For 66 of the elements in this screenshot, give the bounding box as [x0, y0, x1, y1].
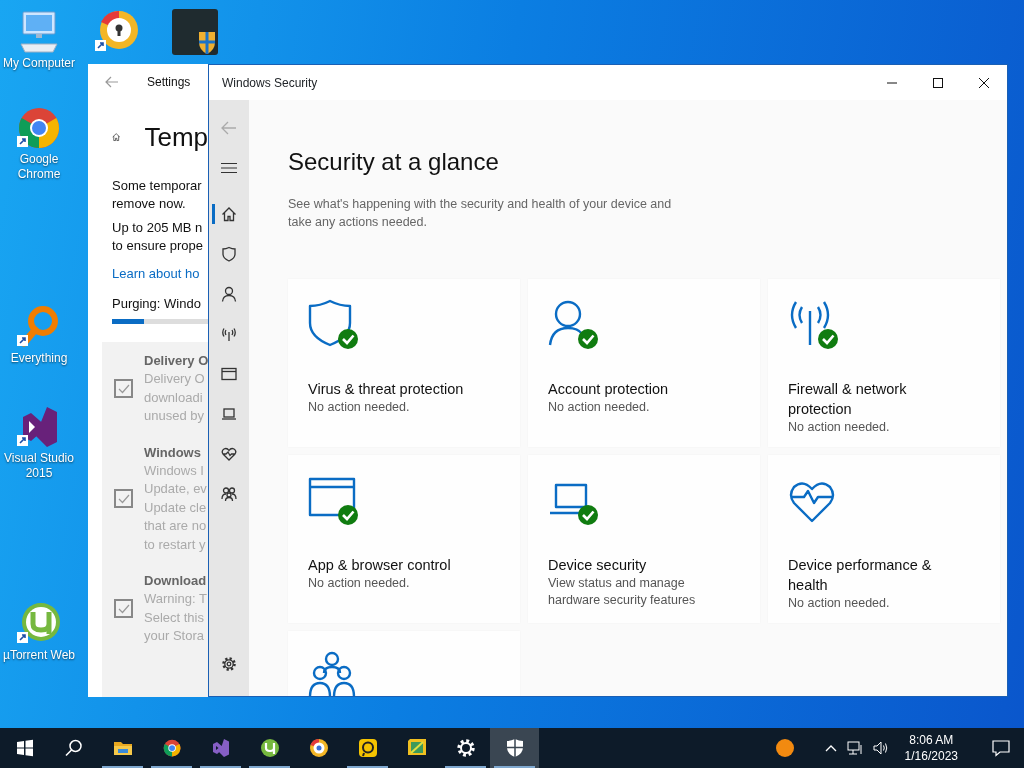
home-icon [221, 206, 237, 222]
antenna-icon [221, 326, 237, 342]
item-title: Delivery O [144, 352, 208, 370]
back-arrow-icon[interactable] [105, 75, 119, 88]
maximize-icon [932, 77, 944, 88]
card-title: Account protection [548, 379, 670, 399]
settings-icon [455, 738, 476, 758]
checkbox[interactable] [114, 379, 133, 399]
shield-icon [504, 738, 525, 758]
status-card[interactable]: Device security View status and manage hardware security features [528, 454, 760, 623]
card-status: No action needed. [788, 418, 891, 436]
checkbox[interactable] [114, 489, 133, 509]
settings-icon [221, 656, 237, 672]
card-title: App & browser control [308, 555, 452, 575]
page-heading: Security at a glance [288, 148, 500, 177]
window-title: Settings [147, 73, 191, 91]
laptop-icon [221, 406, 237, 422]
shield-icon[interactable] [171, 8, 219, 56]
card-title: Virus & threat protection [308, 379, 465, 399]
back-arrow-icon [221, 121, 237, 135]
checkmark-icon [117, 383, 130, 394]
torrent-icon [259, 738, 280, 758]
page-heading: Temp [144, 121, 208, 153]
paragraph: Some temporar remove now. [112, 177, 203, 213]
card-title: Firewall & network protection [788, 379, 908, 419]
taskbar-button[interactable] [490, 728, 539, 768]
checkmark-icon [117, 493, 130, 504]
paragraph: Up to 205 MB n to ensure prope [112, 219, 205, 255]
progress-label: Purging: Windo [112, 295, 202, 313]
checkmark-icon [117, 603, 130, 614]
volume-icon[interactable] [872, 741, 889, 755]
browser-window-icon [221, 366, 237, 382]
link[interactable]: Learn about ho [112, 265, 200, 283]
status-card[interactable]: Account protection No action needed. [528, 278, 760, 447]
card-status: No action needed. [308, 574, 411, 592]
shield-icon [221, 246, 237, 262]
status-card[interactable]: Virus & threat protection No action needed. [288, 278, 520, 447]
card-title: Device performance & health [788, 555, 933, 595]
item-description: Delivery O downloadi unused by [144, 370, 206, 425]
windows-logo-icon [14, 738, 35, 758]
page-description: See what's happening with the security and health of your device and take any actions needed. [288, 195, 673, 231]
card-status: No action needed. [788, 594, 891, 612]
status-card[interactable]: App & browser control No action needed. [288, 454, 520, 623]
search-icon [63, 738, 84, 758]
notification-icon[interactable] [992, 739, 1010, 757]
item-title: Windows [144, 443, 202, 462]
card-status: View status and manage hardware security features [548, 574, 697, 609]
family-icon [221, 486, 237, 502]
card-status: No action needed. [548, 398, 651, 416]
card-title: Device security [548, 555, 648, 575]
chat-app-icon [357, 738, 378, 758]
chevron-up-icon[interactable] [824, 744, 837, 752]
checkbox[interactable] [114, 599, 133, 619]
status-icon[interactable] [774, 738, 795, 758]
close-icon [978, 77, 990, 88]
item-description: Warning: T Select this your Stora [144, 590, 207, 645]
status-card[interactable]: Firewall & network protection No action needed. [768, 278, 1000, 447]
item-title: Download [144, 572, 207, 590]
status-card[interactable]: Device performance & health No action needed. [768, 454, 1000, 623]
card-status: No action needed. [308, 398, 411, 416]
heartbeat-icon [221, 446, 237, 462]
window-title: Windows Security [221, 74, 319, 92]
person-icon [221, 286, 237, 302]
menu-icon [221, 162, 237, 174]
clock[interactable]: 8:06 AM 1/16/2023 [898, 732, 964, 764]
network-icon[interactable] [846, 741, 863, 755]
